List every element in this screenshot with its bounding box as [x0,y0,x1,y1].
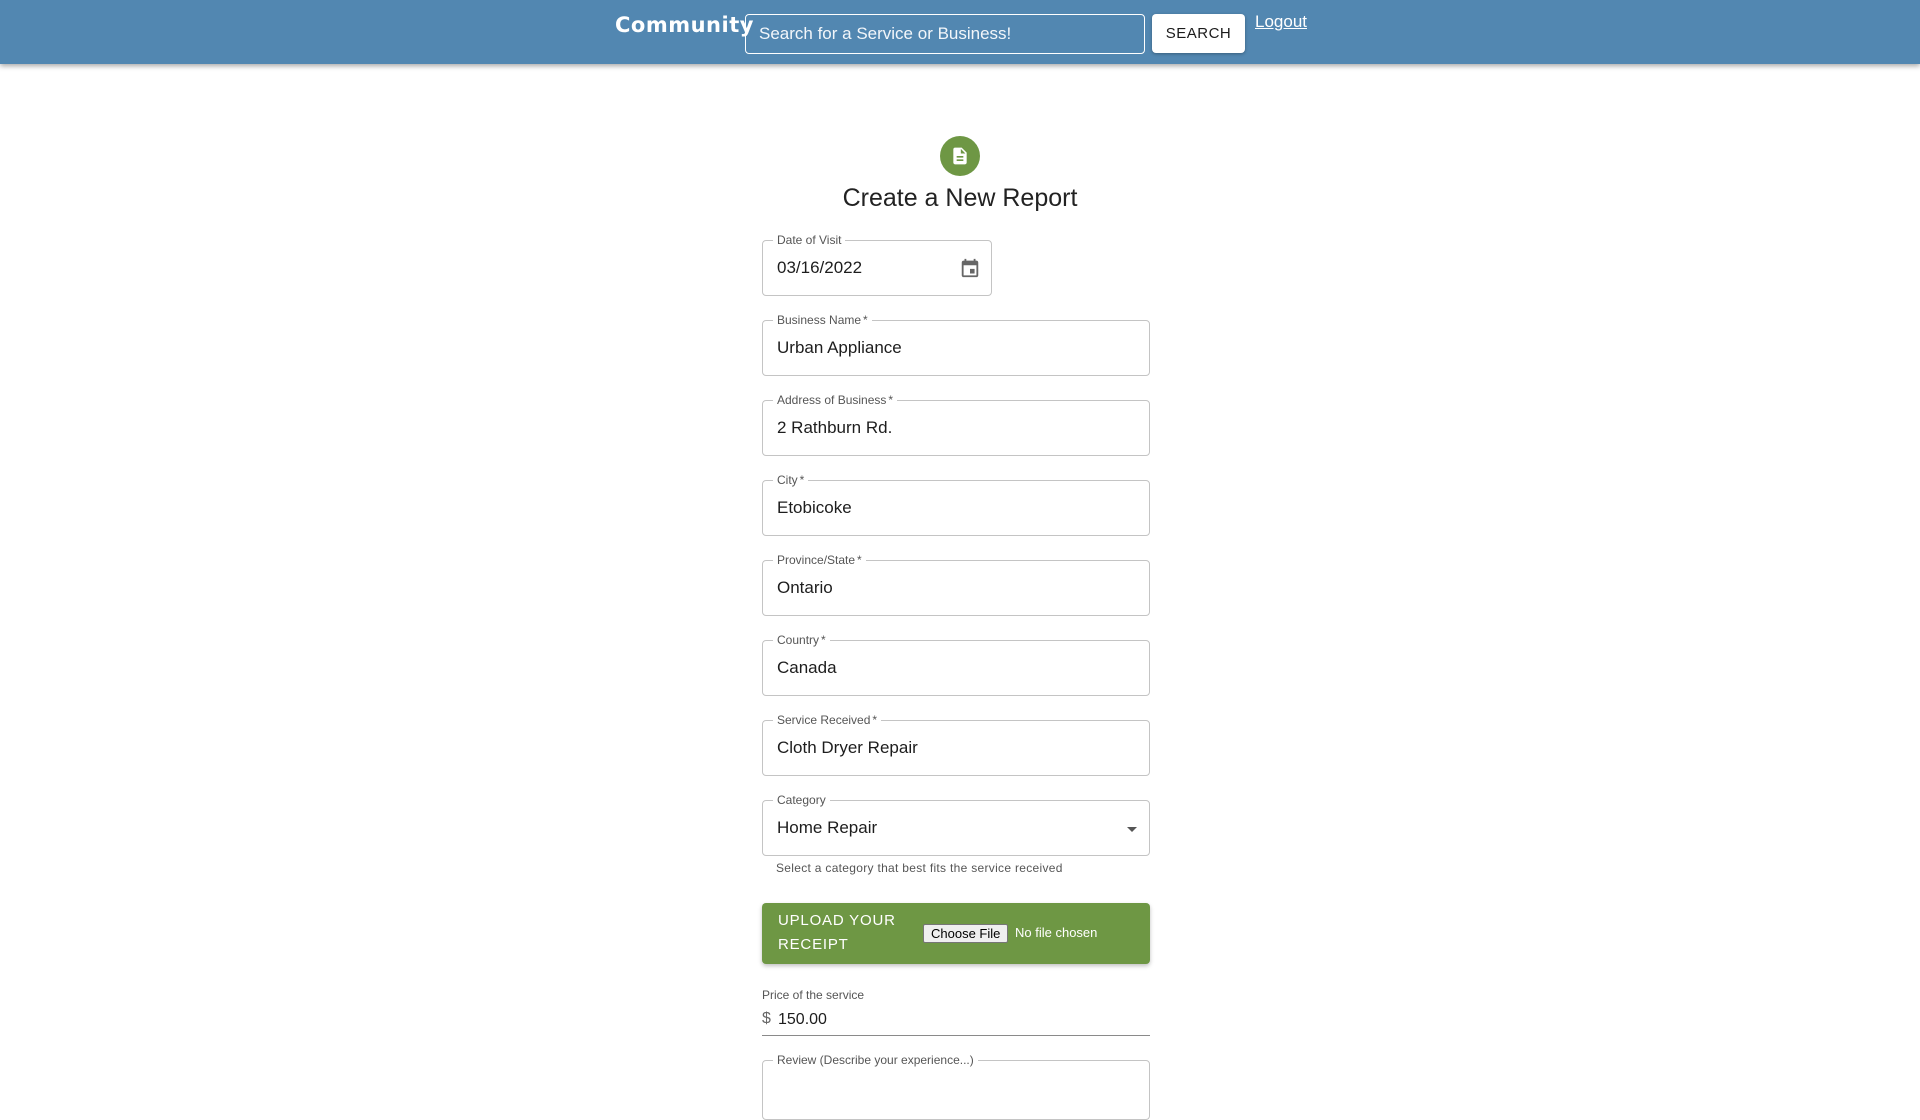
address-input[interactable] [763,401,1149,455]
province-input[interactable] [763,561,1149,615]
address-field: Address of Business* [762,393,1150,456]
category-value[interactable] [763,801,1149,855]
currency-prefix: $ [762,1010,771,1027]
address-label: Address of Business * [773,393,898,407]
business-name-input[interactable] [763,321,1149,375]
choose-file-button[interactable]: Choose File [923,924,1009,943]
calendar-icon[interactable] [959,257,981,279]
top-app-bar: Community SEARCH Logout [0,0,1920,64]
service-received-label-text: Service Received [777,713,871,727]
search-button[interactable]: SEARCH [1152,14,1245,53]
required-mark: * [799,473,805,487]
country-label: Country * [773,633,830,647]
business-name-label-text: Business Name [777,313,862,327]
date-of-visit-input[interactable] [763,241,991,295]
upload-receipt-label: Upload your receipt [778,912,896,953]
date-of-visit-field: Date of Visit [762,233,992,296]
required-mark: * [888,393,894,407]
country-field: Country* [762,633,1150,696]
country-input[interactable] [763,641,1149,695]
province-field: Province/State* [762,553,1150,616]
service-received-label: Service Received * [773,713,882,727]
review-label: Review (Describe your experience...) [773,1053,978,1067]
description-icon-glyph [953,147,967,165]
province-label-text: Province/State [777,553,856,567]
file-status-text: No file chosen [1015,925,1098,940]
price-field: $ [762,1006,1150,1036]
category-helper-text: Select a category that best fits the ser… [776,861,1063,875]
price-input[interactable] [778,1006,1138,1034]
category-select[interactable]: Category [762,793,1150,856]
search-input[interactable] [745,14,1145,54]
logout-link[interactable]: Logout [1255,12,1307,32]
required-mark: * [872,713,878,727]
country-label-text: Country [777,633,820,647]
required-mark: * [863,313,868,327]
province-label: Province/State * [773,553,866,567]
required-mark: * [821,633,826,647]
required-mark: * [857,553,862,567]
service-received-input[interactable] [763,721,1149,775]
city-field: City* [762,473,1150,536]
service-received-field: Service Received* [762,713,1150,776]
city-label: City * [773,473,809,487]
upload-receipt-box: Upload your receipt Choose File No file … [762,903,1150,964]
business-name-field: Business Name* [762,313,1150,376]
date-of-visit-label: Date of Visit [773,233,846,247]
city-label-text: City [777,473,798,487]
price-label: Price of the service [762,988,865,1002]
category-label: Category [773,793,830,807]
page-title: Create a New Report [842,184,1078,212]
brand-logo[interactable]: Community [615,13,754,37]
address-label-text: Address of Business [777,393,887,407]
review-textarea[interactable]: Review (Describe your experience...) [762,1053,1150,1120]
business-name-label: Business Name * [773,313,872,327]
city-input[interactable] [763,481,1149,535]
dropdown-arrow-icon[interactable] [1127,827,1137,832]
description-icon [940,136,980,176]
